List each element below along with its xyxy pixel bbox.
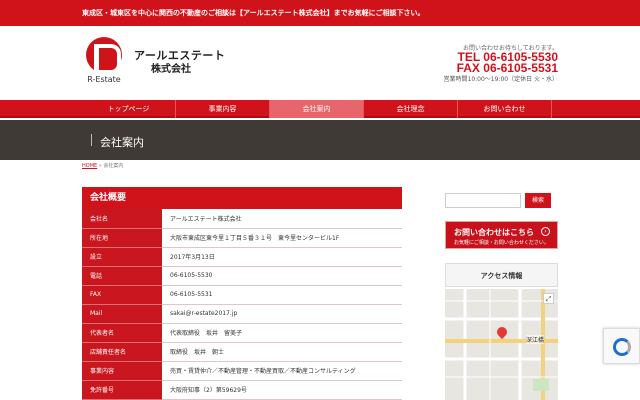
- access-map[interactable]: ⤢: [445, 289, 558, 400]
- top-banner-text: 東成区・城東区を中心に関西の不動産のご相談は【アールエステート株式会社】までお気…: [82, 9, 425, 17]
- page-hero: [0, 120, 640, 160]
- hero-divider: [91, 134, 92, 146]
- row-value: 売買・賃貸仲介／不動産管理・不動産買取／不動産コンサルティング: [162, 361, 402, 381]
- row-value: 代表取締役 坂井 留美子: [162, 323, 402, 343]
- nav-item-company[interactable]: 会社案内: [270, 100, 364, 118]
- row-value: 06-6105-5530: [162, 266, 402, 286]
- main-nav: トップページ 事業内容 会社案内 会社理念 お問い合わせ: [0, 100, 640, 118]
- table-row: Mail sakai@r-estate2017.jp: [82, 304, 402, 324]
- table-row: 所在地 大阪市東成区東今里１丁目５番３１号 東今里センタービル1F: [82, 228, 402, 248]
- logo-r-mark: [86, 37, 122, 74]
- chevron-right-icon: ›: [541, 227, 550, 236]
- table-row: 店舗責任者名 取締役 坂井 朝士: [82, 342, 402, 362]
- top-banner: 東成区・城東区を中心に関西の不動産のご相談は【アールエステート株式会社】までお気…: [0, 0, 640, 26]
- row-label: 所在地: [82, 228, 162, 248]
- inquiry-banner[interactable]: お問い合わせはこちら お気軽にご相談・お問い合わせください。 ›: [445, 221, 558, 249]
- fax-number: FAX 06-6105-5531: [456, 61, 558, 75]
- business-hours: 営業時間10:00〜19:00（定休日 火・水）: [443, 76, 559, 83]
- row-label: 代表者名: [82, 323, 162, 343]
- row-label: 免許番号: [82, 380, 162, 400]
- company-overview: 会社概要 会社名 アールエステート株式会社 所在地 大阪市東成区東今里１丁目５番３１…: [82, 187, 402, 400]
- row-value: 2017年3月13日: [162, 247, 402, 267]
- search-button[interactable]: 検索: [525, 193, 551, 208]
- table-row: 代表者名 代表取締役 坂井 留美子: [82, 323, 402, 343]
- row-value: sakai@r-estate2017.jp: [162, 304, 402, 324]
- table-row: 会社名 アールエステート株式会社: [82, 209, 402, 229]
- row-label: FAX: [82, 285, 162, 305]
- table-row: FAX 06-6105-5531: [82, 285, 402, 305]
- row-value: 大阪府知事（2）第59629号: [162, 380, 402, 400]
- inquiry-subtitle: お気軽にご相談・お問い合わせください。: [454, 240, 549, 246]
- table-row: 電話 06-6105-5530: [82, 266, 402, 286]
- map-streets: [445, 289, 558, 400]
- breadcrumb-separator: »: [98, 163, 102, 169]
- recaptcha-icon: [613, 338, 631, 356]
- row-label: 電話: [82, 266, 162, 286]
- company-suffix: 株式会社: [151, 64, 191, 75]
- row-value: 大阪市東成区東今里１丁目５番３１号 東今里センタービル1F: [162, 228, 402, 248]
- row-value: アールエステート株式会社: [162, 209, 402, 229]
- logo[interactable]: R-Estate: [82, 37, 126, 85]
- logo-text: R-Estate: [87, 75, 121, 84]
- inquiry-title: お問い合わせはこちら: [454, 228, 534, 237]
- row-value: 取締役 坂井 朝士: [162, 342, 402, 362]
- fullscreen-icon[interactable]: ⤢: [543, 293, 554, 304]
- breadcrumb: HOME » 会社案内: [82, 162, 123, 169]
- row-label: 設立: [82, 247, 162, 267]
- nav-item-top[interactable]: トップページ: [82, 100, 176, 118]
- row-label: 店舗責任者名: [82, 342, 162, 362]
- access-heading: アクセス情報: [445, 263, 558, 287]
- breadcrumb-current: 会社案内: [103, 163, 124, 169]
- section-heading: 会社概要: [82, 187, 402, 209]
- table-row: 設立 2017年3月13日: [82, 247, 402, 267]
- page-title: 会社案内: [100, 136, 144, 149]
- table-row: 免許番号 大阪府知事（2）第59629号: [82, 380, 402, 400]
- table-row: 事業内容 売買・賃貸仲介／不動産管理・不動産買取／不動産コンサルティング: [82, 361, 402, 381]
- map-label: 深江橋: [526, 335, 545, 344]
- nav-item-business[interactable]: 事業内容: [176, 100, 270, 118]
- nav-item-contact[interactable]: お問い合わせ: [458, 100, 552, 118]
- row-label: Mail: [82, 304, 162, 324]
- overview-table: 会社名 アールエステート株式会社 所在地 大阪市東成区東今里１丁目５番３１号 東今里…: [82, 209, 402, 400]
- row-label: 事業内容: [82, 361, 162, 381]
- row-value: 06-6105-5531: [162, 285, 402, 305]
- search-input[interactable]: [445, 193, 521, 208]
- nav-item-philosophy[interactable]: 会社理念: [364, 100, 458, 118]
- breadcrumb-home[interactable]: HOME: [82, 163, 97, 169]
- row-label: 会社名: [82, 209, 162, 229]
- recaptcha-badge[interactable]: [603, 328, 640, 364]
